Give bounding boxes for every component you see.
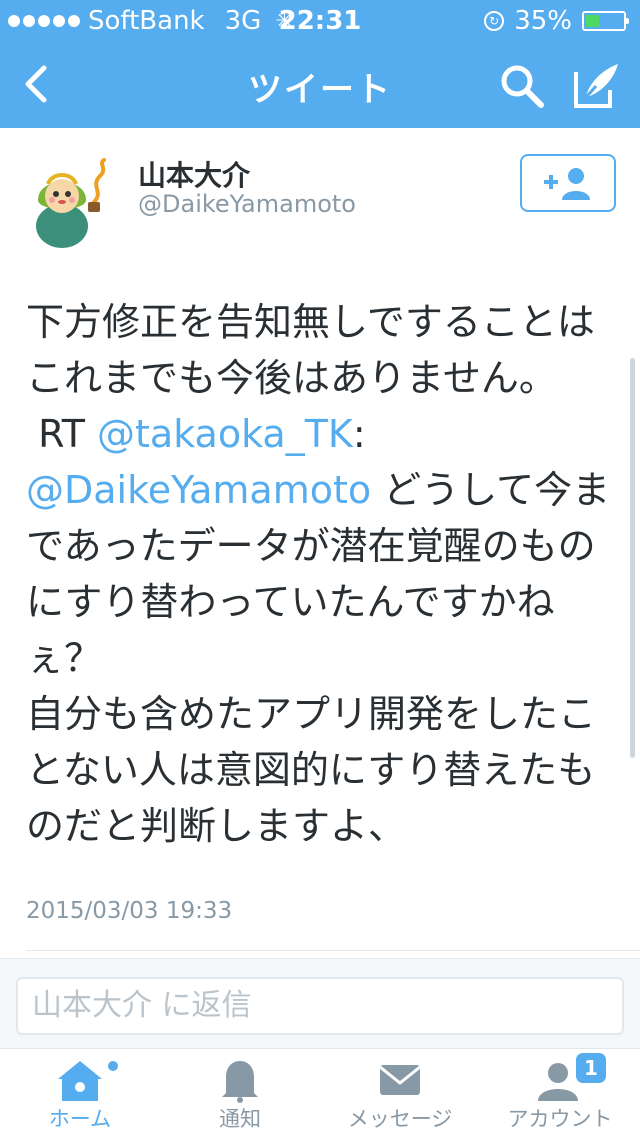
- tab-label: アカウント: [507, 1107, 613, 1131]
- search-button[interactable]: [498, 62, 546, 110]
- battery-icon: [582, 11, 629, 31]
- status-right: ↻ 35%: [484, 6, 629, 36]
- divider: [26, 950, 640, 951]
- reply-input[interactable]: 山本大介 に返信: [16, 977, 624, 1035]
- status-bar: SoftBank 3G ✳ 22:31 ↻ 35%: [0, 0, 640, 40]
- account-count-badge: 1: [576, 1053, 606, 1083]
- mention-link[interactable]: @DaikeYamamoto: [26, 468, 371, 512]
- tab-home[interactable]: ホーム: [0, 1049, 160, 1137]
- scrollbar[interactable]: [630, 358, 635, 758]
- compose-tweet-button[interactable]: [572, 60, 622, 110]
- tab-bar: ホーム 通知 メッセージ 1 アカウント: [0, 1048, 640, 1137]
- bell-icon: [222, 1061, 258, 1103]
- mention-link[interactable]: @takaoka_TK: [97, 412, 353, 456]
- reply-bar: 山本大介 に返信: [0, 958, 640, 1049]
- tab-label: ホーム: [48, 1107, 112, 1131]
- search-icon: [501, 65, 544, 108]
- tweet-timestamp: 2015/03/03 19:33: [26, 898, 233, 924]
- tab-notifications[interactable]: 通知: [160, 1049, 320, 1137]
- follow-button[interactable]: [520, 154, 616, 212]
- avatar[interactable]: [28, 156, 122, 250]
- tweet-text-part: :: [352, 412, 366, 456]
- battery-percent: 35%: [514, 6, 572, 36]
- author-handle[interactable]: @DaikeYamamoto: [138, 190, 356, 218]
- tab-label: 通知: [219, 1107, 261, 1131]
- tab-label: メッセージ: [347, 1107, 453, 1131]
- tweet-detail: 山本大介 @DaikeYamamoto 下方修正を告知無しですることはこれまでも…: [0, 128, 640, 958]
- tweet-text-part: どうして今まであったデータが潜在覚醒のものにすり替わっていたんですかねぇ？ 自分…: [26, 468, 611, 848]
- envelope-icon: [379, 1065, 421, 1095]
- rotation-lock-icon: ↻: [484, 11, 505, 31]
- battery-level-fill: [586, 15, 599, 27]
- compose-icon: [574, 64, 618, 108]
- navigation-bar: ツイート: [0, 40, 640, 128]
- add-user-icon: [544, 168, 590, 200]
- tweet-text: 下方修正を告知無しですることはこれまでも今後はありません。 RT @takaok…: [26, 294, 616, 854]
- avatar-image: [36, 158, 106, 248]
- new-content-badge: [108, 1061, 118, 1071]
- tab-account[interactable]: 1 アカウント: [480, 1049, 640, 1137]
- author-name[interactable]: 山本大介: [138, 154, 250, 194]
- tab-messages[interactable]: メッセージ: [320, 1049, 480, 1137]
- home-icon: [58, 1061, 102, 1101]
